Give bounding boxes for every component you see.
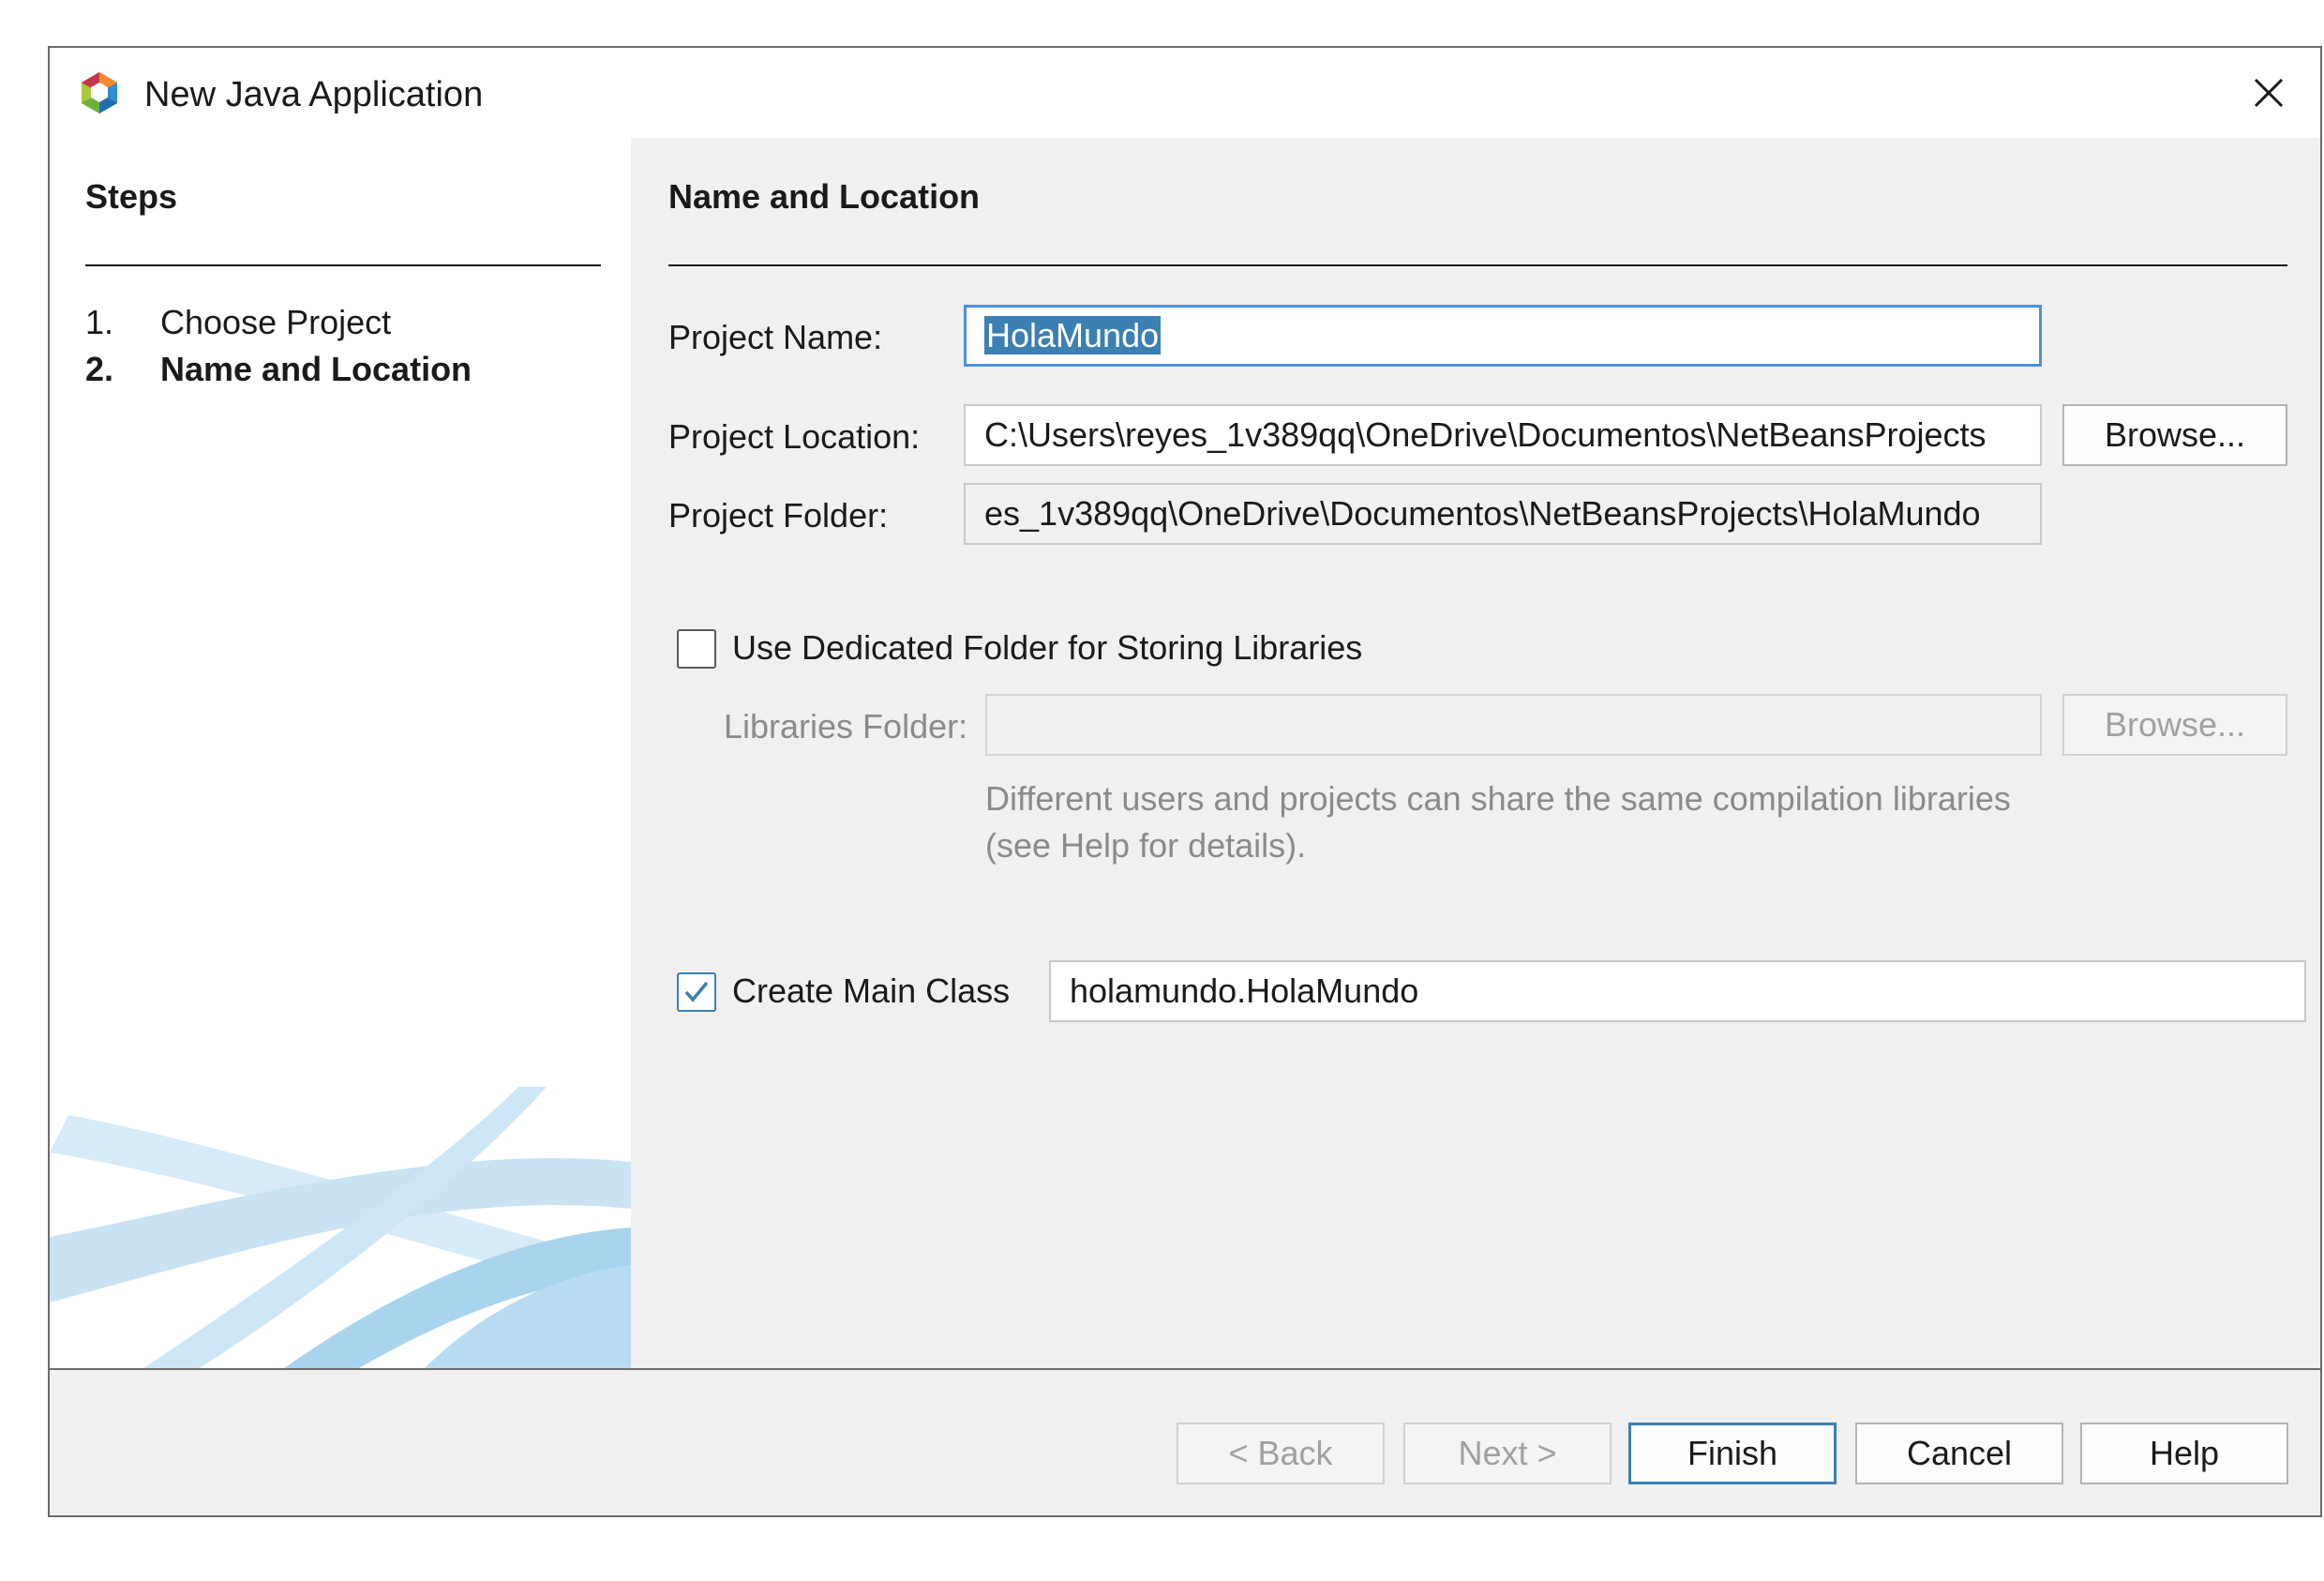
project-folder-label: Project Folder: — [668, 496, 889, 535]
libraries-folder-label: Libraries Folder: — [724, 707, 968, 745]
next-button[interactable]: Next > — [1403, 1423, 1612, 1484]
back-button[interactable]: < Back — [1177, 1423, 1385, 1484]
steps-heading: Steps — [85, 177, 178, 216]
steps-panel: Steps 1. Choose Project 2. Name and Loca… — [50, 138, 631, 1368]
step-choose-project: 1. Choose Project — [85, 301, 391, 344]
libraries-folder-input[interactable] — [985, 694, 2042, 756]
step-number: 1. — [85, 303, 114, 341]
finish-button[interactable]: Finish — [1628, 1423, 1837, 1484]
section-title: Name and Location — [668, 177, 981, 216]
project-name-input[interactable]: HolaMundo — [964, 305, 2042, 367]
name-and-location-panel: Name and Location Project Name: HolaMund… — [631, 138, 2320, 1368]
netbeans-icon — [82, 72, 117, 113]
libraries-hint-line-2: (see Help for details). — [985, 826, 1307, 865]
help-button[interactable]: Help — [2080, 1423, 2288, 1484]
section-divider — [668, 264, 2287, 266]
decorative-swoosh-graphic — [50, 1087, 631, 1368]
window-title: New Java Application — [144, 75, 484, 114]
step-name-and-location: 2. Name and Location — [85, 348, 472, 391]
button-bar: < Back Next > Finish Cancel Help — [50, 1370, 2320, 1515]
create-main-class-checkbox[interactable] — [677, 972, 716, 1012]
step-label: Choose Project — [160, 303, 392, 341]
cancel-button[interactable]: Cancel — [1855, 1423, 2063, 1484]
browse-location-button[interactable]: Browse... — [2062, 404, 2287, 466]
step-number: 2. — [85, 350, 114, 388]
project-name-label: Project Name: — [668, 318, 883, 356]
create-main-class-label[interactable]: Create Main Class — [732, 970, 1010, 1013]
close-icon — [2254, 78, 2284, 108]
new-java-application-dialog: New Java Application Steps 1. Choose Pro… — [48, 46, 2322, 1517]
checkmark-icon — [684, 981, 709, 1002]
step-label: Name and Location — [160, 350, 472, 388]
project-name-value: HolaMundo — [984, 316, 1162, 354]
browse-libraries-button[interactable]: Browse... — [2062, 694, 2287, 756]
close-button[interactable] — [2236, 61, 2302, 125]
steps-divider — [85, 264, 601, 266]
libraries-hint-line-1: Different users and projects can share t… — [985, 779, 2011, 818]
project-location-label: Project Location: — [668, 417, 921, 456]
main-class-input[interactable]: holamundo.HolaMundo — [1049, 960, 2306, 1022]
project-location-input[interactable]: C:\Users\reyes_1v389qq\OneDrive\Document… — [964, 404, 2042, 466]
dedicated-folder-checkbox[interactable] — [677, 629, 716, 669]
dedicated-folder-label[interactable]: Use Dedicated Folder for Storing Librari… — [732, 626, 1362, 670]
title-bar[interactable]: New Java Application — [50, 48, 2320, 138]
project-folder-field[interactable]: es_1v389qq\OneDrive\Documentos\NetBeansP… — [964, 483, 2042, 545]
